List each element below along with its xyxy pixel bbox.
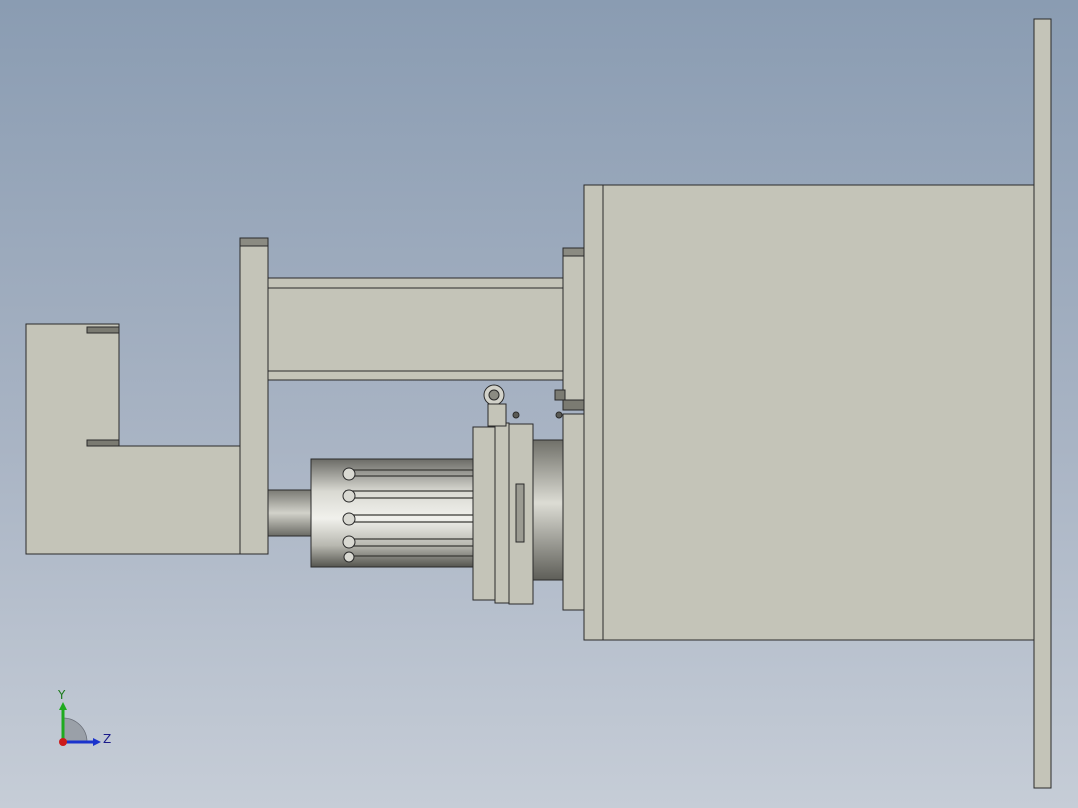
bracket-notch-top	[86, 326, 120, 334]
clamp-flange-4	[562, 413, 585, 611]
sensor-bracket	[487, 403, 507, 427]
triad-arc	[62, 717, 88, 743]
bolt-head-right	[555, 411, 563, 419]
y-axis-arrow	[59, 702, 67, 710]
z-axis-label: Z	[103, 732, 112, 746]
proximity-sensor-core	[488, 389, 500, 401]
hub-window	[515, 483, 525, 543]
adapter-plate	[562, 247, 585, 411]
adapter-plate-top-chamfer	[562, 247, 585, 257]
guide-beam	[267, 277, 564, 381]
3d-viewport[interactable]: Y Z	[0, 0, 1078, 808]
left-support-plate	[239, 237, 269, 555]
bracket-notch-bottom	[86, 439, 120, 447]
housing-front-flange	[583, 184, 604, 641]
origin-point	[59, 738, 67, 746]
mounting-plate	[1033, 18, 1052, 789]
clamp-flange-1	[472, 426, 496, 601]
z-axis-arrow	[93, 738, 101, 746]
y-axis-label: Y	[58, 688, 66, 702]
collet-cylinder	[310, 458, 496, 568]
cad-model[interactable]	[0, 0, 1078, 808]
stop-block-lower	[562, 399, 585, 411]
output-shaft	[267, 489, 317, 537]
main-housing	[583, 184, 1035, 641]
clamp-flange-2	[494, 422, 510, 604]
bolt-head-left	[512, 411, 520, 419]
left-support-plate-top	[239, 237, 269, 247]
motor-bracket	[25, 323, 241, 555]
stop-block	[554, 389, 566, 401]
